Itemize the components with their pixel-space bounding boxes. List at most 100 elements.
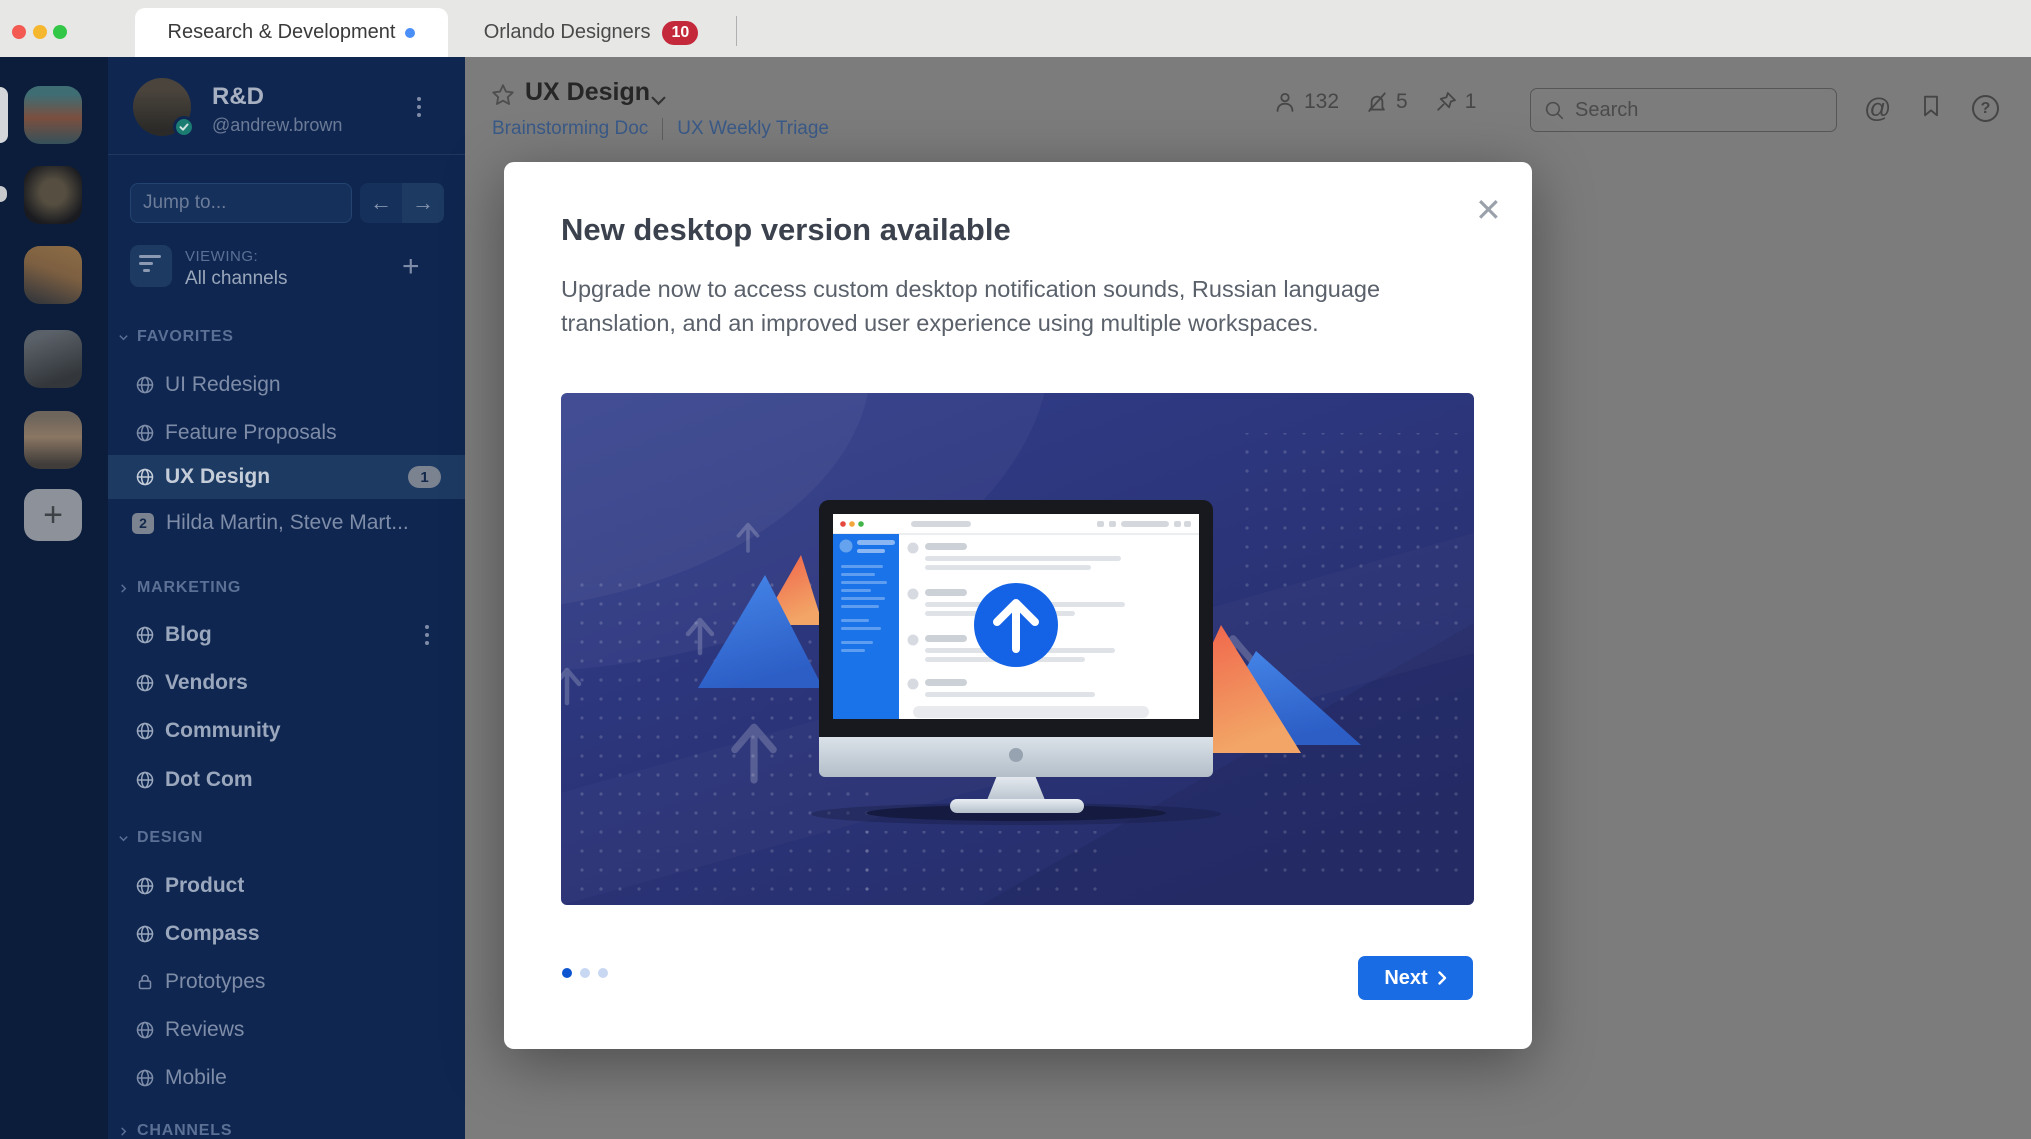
window-tab-bar: Research & Development Orlando Designers… — [0, 0, 2031, 57]
carousel-dot[interactable] — [580, 968, 590, 978]
search-box[interactable] — [1530, 88, 1837, 132]
modal-title: New desktop version available — [561, 212, 1011, 247]
chevron-down-icon — [119, 835, 128, 841]
carousel-dot-active[interactable] — [562, 968, 572, 978]
globe-icon — [135, 375, 155, 395]
tab-unread-badge: 10 — [662, 20, 699, 45]
filter-icon[interactable] — [130, 245, 172, 287]
channel-menu-icon[interactable] — [425, 625, 429, 645]
tab-label: Orlando Designers — [483, 21, 651, 43]
traffic-light-close[interactable] — [12, 25, 26, 39]
channel-pinned-links: Brainstorming Doc UX Weekly Triage — [492, 118, 829, 140]
online-status-icon — [173, 116, 195, 138]
sidebar-item-ux-design[interactable]: UX Design 1 — [108, 455, 465, 499]
section-channels[interactable]: CHANNELS — [118, 1119, 232, 1139]
tab-divider — [736, 16, 737, 46]
viewing-label: VIEWING: — [185, 248, 259, 265]
jump-to-input[interactable] — [130, 183, 352, 223]
tab-orlando-designers[interactable]: Orlando Designers 10 — [460, 8, 722, 57]
traffic-light-zoom[interactable] — [53, 25, 67, 39]
header-counters: 132 5 1 — [1273, 90, 1476, 114]
tab-label: Research & Development — [167, 21, 396, 43]
workspace-avatar-2[interactable] — [24, 166, 82, 224]
modal-body-text: Upgrade now to access custom desktop not… — [561, 276, 1381, 337]
history-nav: ← → — [360, 183, 444, 223]
workspace-avatar-1[interactable] — [24, 86, 82, 144]
globe-icon — [135, 467, 155, 487]
workspace-name: R&D — [212, 83, 264, 110]
sidebar-item-mobile[interactable]: Mobile — [108, 1056, 465, 1100]
upgrade-modal: ✕ New desktop version available Upgrade … — [504, 162, 1532, 1049]
carousel-dots — [562, 968, 608, 978]
globe-icon — [135, 1068, 155, 1088]
globe-icon — [135, 1020, 155, 1040]
globe-icon — [135, 876, 155, 896]
chevron-right-icon — [121, 583, 127, 593]
link-divider — [662, 118, 664, 140]
members-count[interactable]: 132 — [1273, 90, 1339, 114]
traffic-light-minimize[interactable] — [33, 25, 47, 39]
globe-icon — [135, 721, 155, 741]
sidebar-divider — [108, 154, 465, 155]
add-workspace-button[interactable]: + — [24, 489, 82, 541]
sidebar-item-reviews[interactable]: Reviews — [108, 1008, 465, 1052]
upgrade-illustration — [561, 393, 1474, 905]
channel-title: UX Design — [525, 78, 651, 106]
globe-icon — [135, 673, 155, 693]
pin-icon — [1437, 92, 1456, 111]
section-marketing[interactable]: MARKETING — [118, 576, 241, 600]
search-input[interactable] — [1575, 98, 1805, 122]
sidebar-item-ui-redesign[interactable]: UI Redesign — [108, 363, 465, 407]
sidebar-item-vendors[interactable]: Vendors — [108, 661, 465, 705]
sidebar-item-compass[interactable]: Compass — [108, 912, 465, 956]
sidebar-item-community[interactable]: Community — [108, 709, 465, 753]
sidebar-item-prototypes[interactable]: Prototypes — [108, 960, 465, 1004]
muted-count[interactable]: 5 — [1365, 90, 1408, 114]
app-window: Research & Development Orlando Designers… — [0, 0, 2031, 1139]
help-icon[interactable]: ? — [1972, 95, 1999, 122]
globe-icon — [135, 625, 155, 645]
workspace-avatar-5[interactable] — [24, 411, 82, 469]
dm-count-badge: 2 — [132, 512, 154, 534]
forward-arrow-icon[interactable]: → — [402, 183, 444, 223]
workspace-rail: + — [0, 57, 108, 1139]
back-arrow-icon[interactable]: ← — [360, 183, 402, 223]
mentions-at-icon[interactable]: @ — [1864, 93, 1891, 124]
unread-dot-icon — [405, 27, 416, 38]
chevron-down-icon — [119, 334, 128, 340]
viewing-value[interactable]: All channels — [185, 268, 287, 290]
unread-count-badge: 1 — [408, 466, 441, 488]
globe-icon — [135, 924, 155, 944]
next-button[interactable]: Next — [1358, 956, 1473, 1000]
chevron-right-icon — [1438, 971, 1446, 985]
add-channel-icon[interactable]: + — [402, 250, 420, 284]
sidebar-item-blog[interactable]: Blog — [108, 613, 465, 657]
workspace-menu-icon[interactable] — [413, 93, 425, 121]
search-icon — [1545, 101, 1564, 119]
person-icon — [1276, 92, 1294, 112]
chevron-right-icon — [121, 1126, 127, 1136]
user-handle: @andrew.brown — [212, 115, 343, 135]
sidebar-item-feature-proposals[interactable]: Feature Proposals — [108, 411, 465, 455]
pinned-count[interactable]: 1 — [1434, 90, 1476, 114]
favorite-star-icon[interactable] — [490, 82, 516, 113]
section-design[interactable]: DESIGN — [118, 826, 203, 850]
sidebar-item-product[interactable]: Product — [108, 864, 465, 908]
sidebar-item-dm-hilda-steve[interactable]: 2 Hilda Martin, Steve Mart... — [108, 501, 465, 545]
bell-slash-icon — [1368, 92, 1386, 112]
close-icon[interactable]: ✕ — [1467, 186, 1510, 234]
link-ux-weekly-triage[interactable]: UX Weekly Triage — [677, 118, 829, 140]
globe-icon — [135, 770, 155, 790]
tab-research-development[interactable]: Research & Development — [135, 8, 448, 57]
link-brainstorming-doc[interactable]: Brainstorming Doc — [492, 118, 648, 140]
active-workspace-indicator — [0, 87, 8, 143]
sidebar-item-dot-com[interactable]: Dot Com — [108, 758, 465, 802]
globe-icon — [135, 423, 155, 443]
channel-sidebar: R&D @andrew.brown ← → VIEWING: All chann… — [108, 57, 465, 1139]
bookmark-icon[interactable] — [1920, 94, 1942, 123]
workspace-avatar-4[interactable] — [24, 330, 82, 388]
carousel-dot[interactable] — [598, 968, 608, 978]
section-favorites[interactable]: FAVORITES — [118, 325, 234, 349]
workspace-avatar-3[interactable] — [24, 246, 82, 304]
chevron-down-icon[interactable] — [651, 93, 666, 111]
